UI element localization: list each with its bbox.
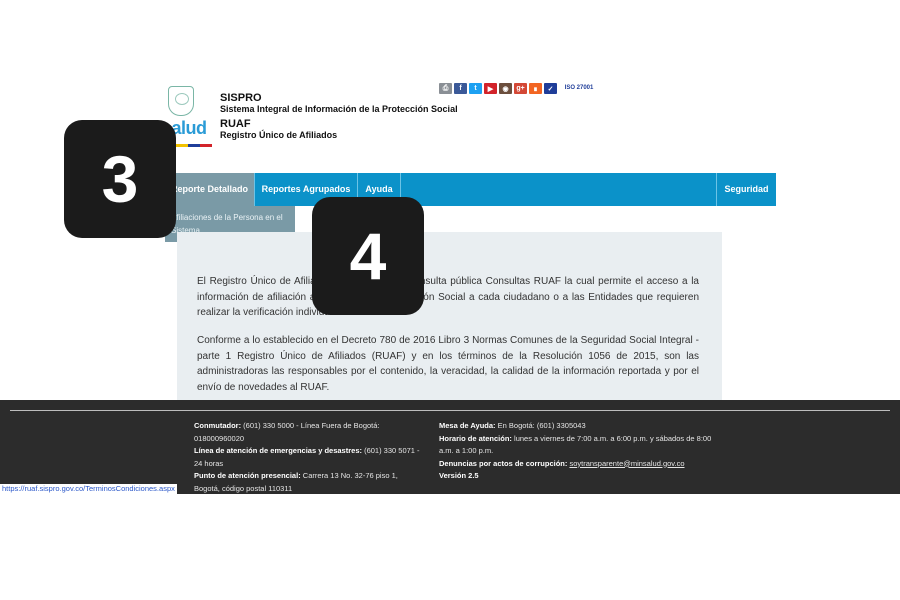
coat-of-arms-icon bbox=[168, 86, 194, 116]
sispro-brand: SISPRO Sistema Integral de Información d… bbox=[220, 92, 458, 115]
flag-stripe bbox=[176, 144, 212, 147]
main-nav: Reporte Detallado Reportes Agrupados Ayu… bbox=[165, 173, 776, 206]
ruaf-brand: RUAF Registro Único de Afiliados bbox=[220, 118, 337, 141]
social-icons-row: ⎙ f t ▶ ◉ g+ ∎ ✓ ISO 27001 bbox=[439, 83, 597, 94]
footer-divider bbox=[10, 410, 890, 411]
facebook-icon[interactable]: f bbox=[454, 83, 467, 94]
horario-label: Horario de atención: bbox=[439, 433, 512, 443]
instagram-icon[interactable]: ◉ bbox=[499, 83, 512, 94]
sispro-title: SISPRO bbox=[220, 92, 262, 104]
legal-paragraph: Conforme a lo establecido en el Decreto … bbox=[197, 335, 699, 393]
horario-line: Horario de atención: lunes a viernes de … bbox=[439, 433, 714, 458]
footer: Conmutador: (601) 330 5000 - Línea Fuera… bbox=[0, 400, 900, 494]
print-icon[interactable]: ⎙ bbox=[439, 83, 452, 94]
checkbox-icon[interactable]: ✓ bbox=[544, 83, 557, 94]
content-panel: El Registro Único de Afiliados dispone p… bbox=[177, 232, 722, 402]
emergencias-line: Línea de atención de emergencias y desas… bbox=[194, 445, 422, 470]
emergencias-label: Línea de atención de emergencias y desas… bbox=[194, 446, 362, 455]
denuncias-line: Denuncias por actos de corrupción: soytr… bbox=[439, 458, 714, 471]
status-bar-url: https://ruaf.sispro.gov.co/TerminosCondi… bbox=[0, 484, 177, 494]
step-badge-3: 3 bbox=[64, 120, 176, 238]
ruaf-title: RUAF bbox=[220, 118, 251, 130]
twitter-icon[interactable]: t bbox=[469, 83, 482, 94]
nav-reporte-detallado[interactable]: Reporte Detallado bbox=[165, 173, 255, 206]
intro-paragraph: El Registro Único de Afiliados dispone p… bbox=[197, 276, 699, 318]
mesa-line: Mesa de Ayuda: En Bogotá: (601) 3305043 bbox=[439, 420, 714, 433]
mesa-label: Mesa de Ayuda: bbox=[439, 421, 496, 430]
google-plus-icon[interactable]: g+ bbox=[514, 83, 527, 94]
denuncias-label: Denuncias por actos de corrupción: bbox=[439, 458, 568, 468]
rss-icon[interactable]: ∎ bbox=[529, 83, 542, 94]
youtube-icon[interactable]: ▶ bbox=[484, 83, 497, 94]
nav-seguridad[interactable]: Seguridad bbox=[716, 173, 776, 206]
iso-27001-badge: ISO 27001 bbox=[561, 83, 597, 94]
version-line: Versión 2.5 bbox=[439, 470, 714, 483]
footer-contact-right: Mesa de Ayuda: En Bogotá: (601) 3305043 … bbox=[439, 420, 714, 483]
sispro-subtitle: Sistema Integral de Información de la Pr… bbox=[220, 104, 458, 114]
conmutador-label: Conmutador: bbox=[194, 421, 242, 430]
mesa-value: En Bogotá: (601) 3305043 bbox=[497, 421, 586, 430]
denuncias-email-link[interactable]: soytransparente@minsalud.gov.co bbox=[569, 459, 684, 468]
presencial-line: Punto de atención presencial: Carrera 13… bbox=[194, 470, 422, 495]
step-badge-4: 4 bbox=[312, 197, 424, 315]
presencial-label: Punto de atención presencial: bbox=[194, 471, 301, 480]
footer-contact-left: Conmutador: (601) 330 5000 - Línea Fuera… bbox=[194, 420, 422, 495]
version-label: Versión 2.5 bbox=[439, 471, 479, 480]
ruaf-subtitle: Registro Único de Afiliados bbox=[220, 130, 338, 140]
conmutador-line: Conmutador: (601) 330 5000 - Línea Fuera… bbox=[194, 420, 422, 445]
